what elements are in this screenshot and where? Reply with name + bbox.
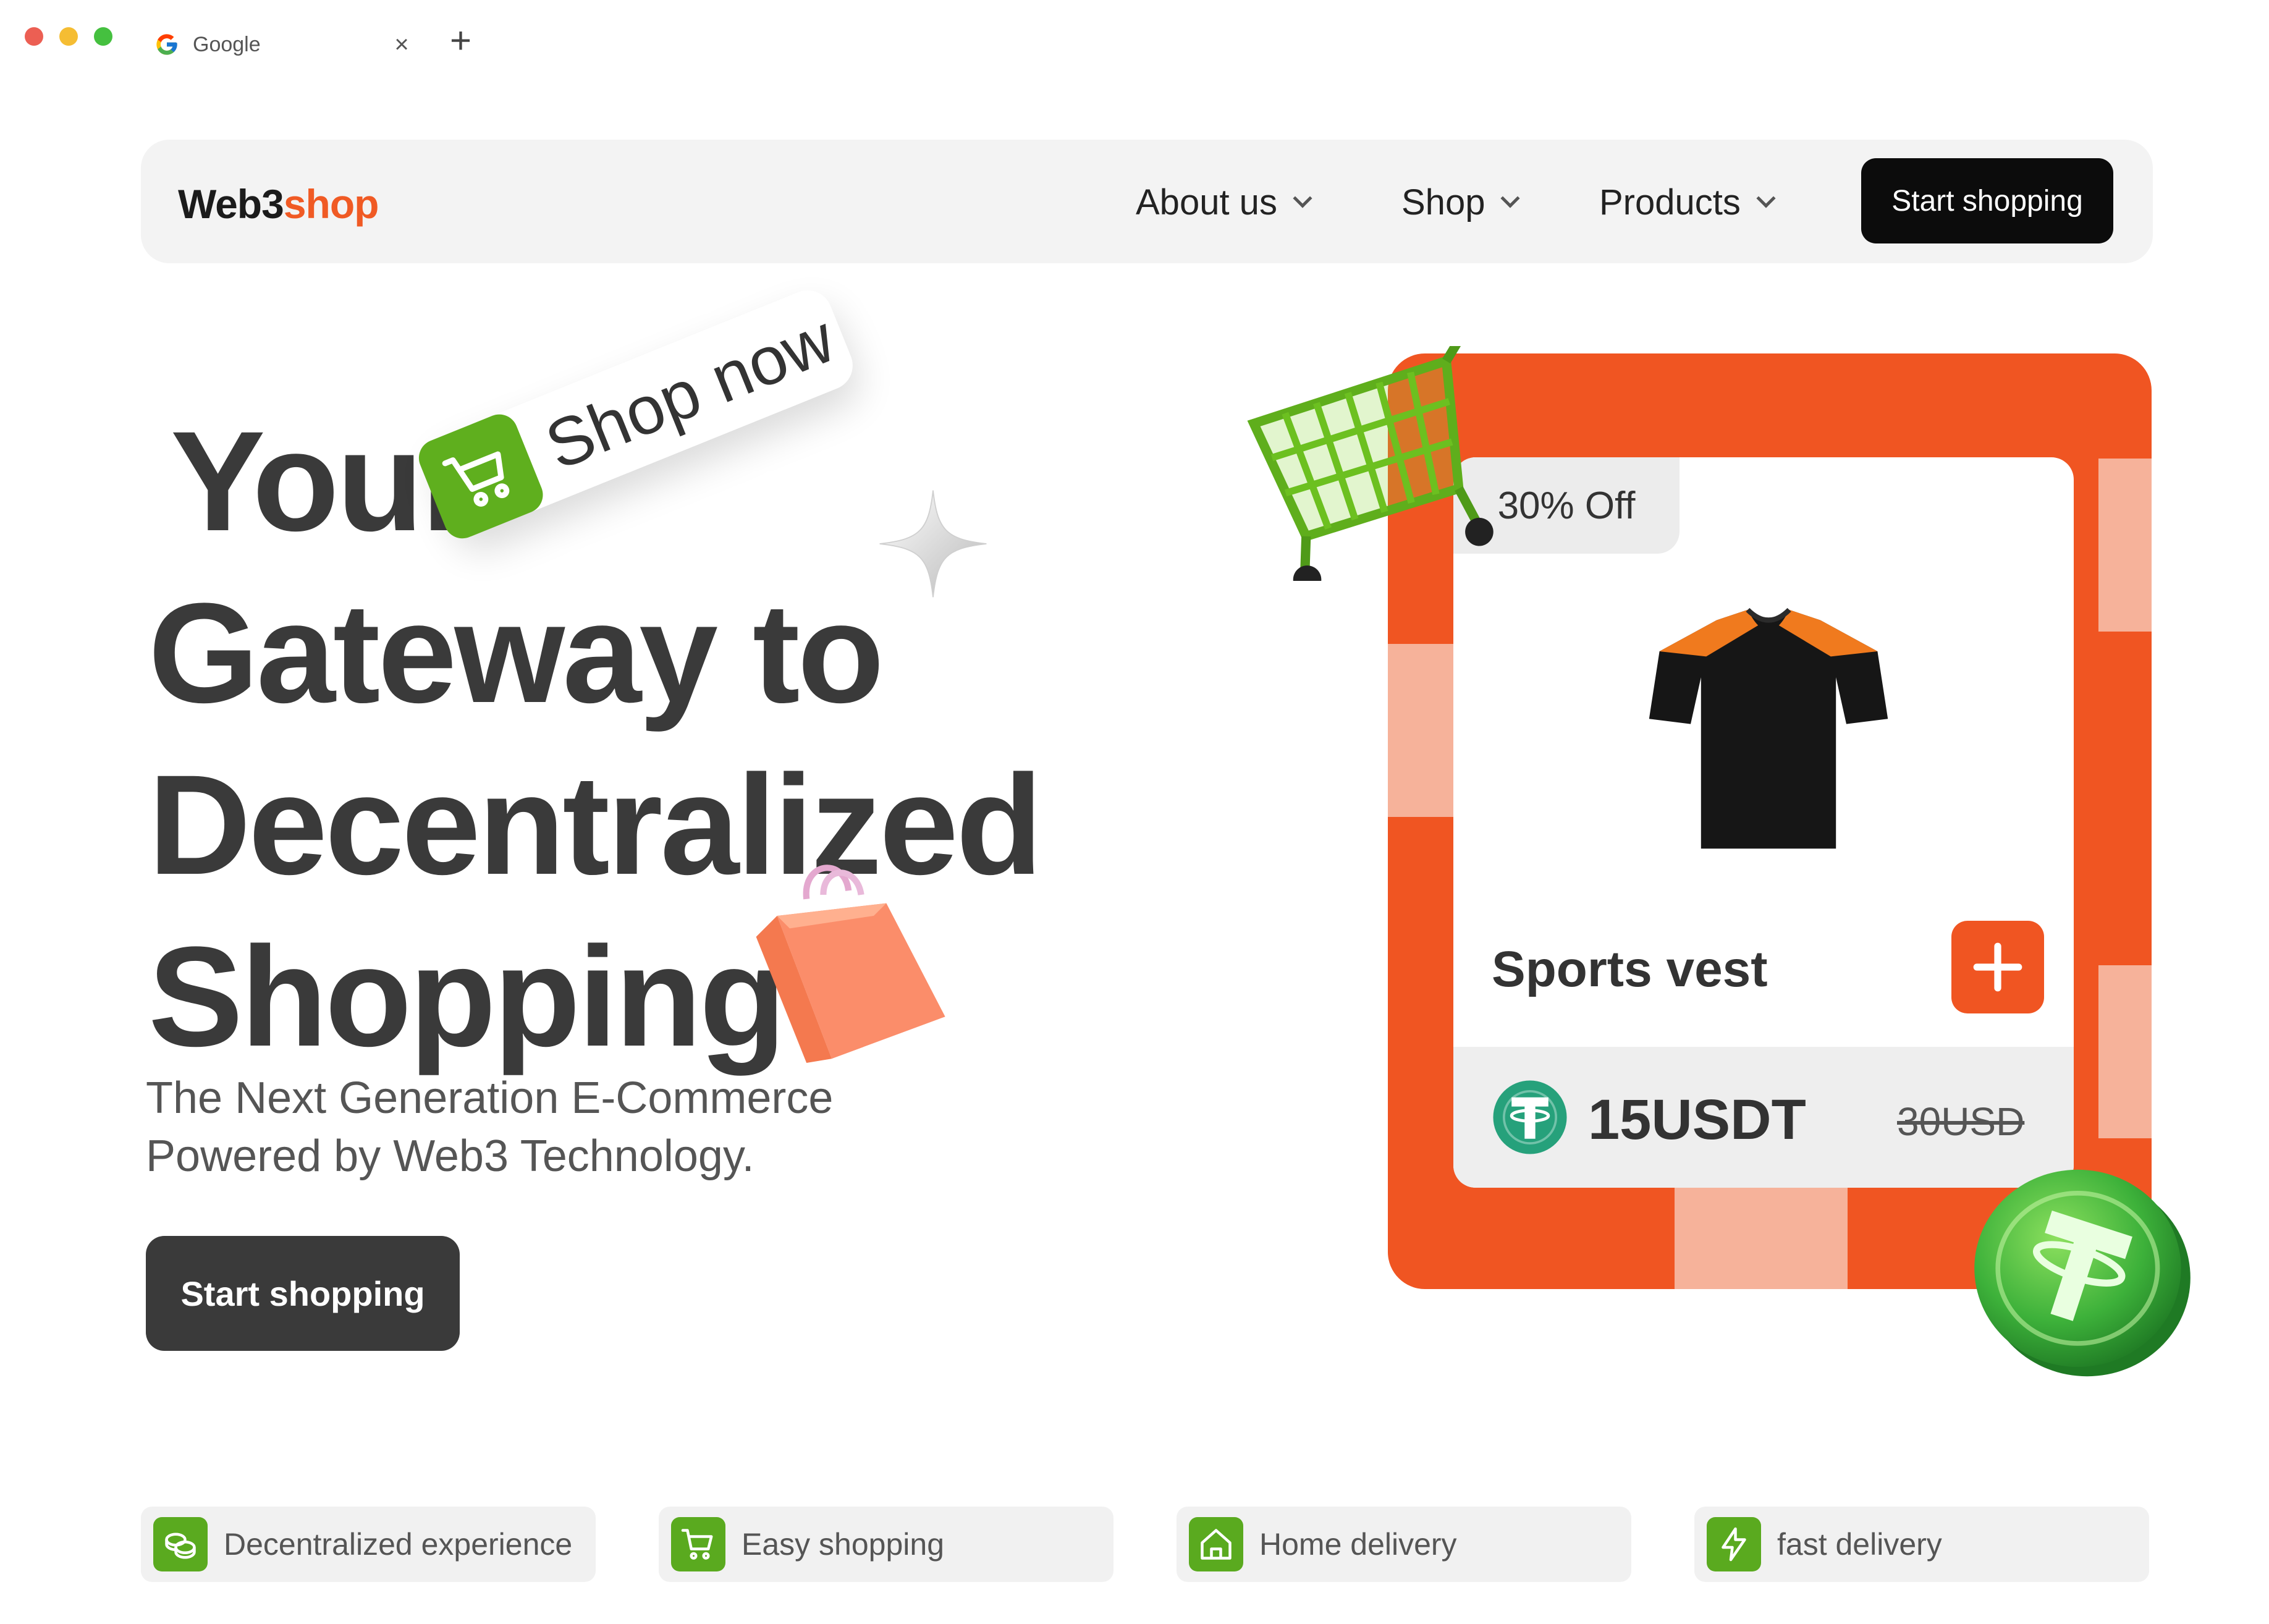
chevron-down-icon — [1293, 188, 1312, 208]
logo-text-dark: Web3 — [178, 181, 284, 227]
frame-stripe — [1388, 644, 1453, 817]
browser-chrome: Google × + — [0, 0, 2269, 93]
feature-label: Decentralized experience — [224, 1527, 573, 1562]
nav-products-label: Products — [1599, 182, 1741, 222]
tab-title: Google — [193, 32, 261, 56]
hero-subtitle-line: The Next Generation E-Commerce — [146, 1073, 834, 1123]
hero-start-shopping-button[interactable]: Start shopping — [146, 1236, 460, 1351]
nav-shop-label: Shop — [1401, 182, 1485, 222]
feature-easy-shopping: Easy shopping — [659, 1507, 1113, 1582]
logo-text-accent: shop — [283, 181, 379, 227]
feature-fast-delivery: fast delivery — [1694, 1507, 2149, 1582]
shopping-bag-icon — [756, 865, 945, 1063]
maximize-window-button[interactable] — [94, 27, 112, 46]
tab-close-button[interactable]: × — [389, 31, 414, 59]
nav-shop[interactable]: Shop — [1401, 182, 1521, 223]
product-name: Sports vest — [1492, 941, 1768, 997]
cart-icon — [671, 1517, 725, 1571]
feature-label: Home delivery — [1259, 1527, 1457, 1562]
logo[interactable]: Web3shop — [178, 180, 379, 227]
feature-label: fast delivery — [1777, 1527, 1942, 1562]
feature-home-delivery: Home delivery — [1177, 1507, 1631, 1582]
coins-icon — [153, 1517, 208, 1571]
shopping-cart-3d-icon — [1247, 346, 1513, 581]
chevron-down-icon — [1756, 188, 1776, 208]
tether-coin-icon — [1974, 1169, 2191, 1377]
google-icon — [156, 34, 177, 55]
navbar: Web3shop About us Shop Products Start sh… — [141, 140, 2153, 263]
frame-stripe — [2098, 965, 2152, 1138]
feature-label: Easy shopping — [742, 1527, 945, 1562]
hero-subtitle: The Next Generation E-Commerce Powered b… — [146, 1069, 833, 1185]
tether-icon — [1493, 1080, 1567, 1154]
add-to-cart-button[interactable] — [1951, 921, 2044, 1013]
nav-products[interactable]: Products — [1599, 182, 1776, 223]
browser-tab[interactable]: Google × — [154, 25, 414, 64]
frame-stripe — [2098, 459, 2152, 632]
plus-icon — [1973, 942, 2022, 992]
price: 15USDT — [1588, 1088, 1806, 1151]
hero-subtitle-line: Powered by Web3 Technology. — [146, 1131, 754, 1181]
nav-start-shopping-button[interactable]: Start shopping — [1861, 158, 2113, 243]
minimize-window-button[interactable] — [59, 27, 78, 46]
sparkle-icon — [879, 490, 987, 598]
tshirt-image — [1649, 607, 1888, 849]
home-icon — [1189, 1517, 1243, 1571]
new-tab-button[interactable]: + — [450, 22, 471, 59]
nav-about-us[interactable]: About us — [1136, 182, 1312, 223]
nav-about-us-label: About us — [1136, 182, 1277, 222]
lightning-icon — [1707, 1517, 1761, 1571]
close-window-button[interactable] — [25, 27, 43, 46]
feature-decentralized-experience: Decentralized experience — [141, 1507, 596, 1582]
old-price: 30USD — [1897, 1099, 2025, 1144]
frame-stripe — [1675, 1188, 1848, 1289]
chevron-down-icon — [1500, 188, 1521, 208]
